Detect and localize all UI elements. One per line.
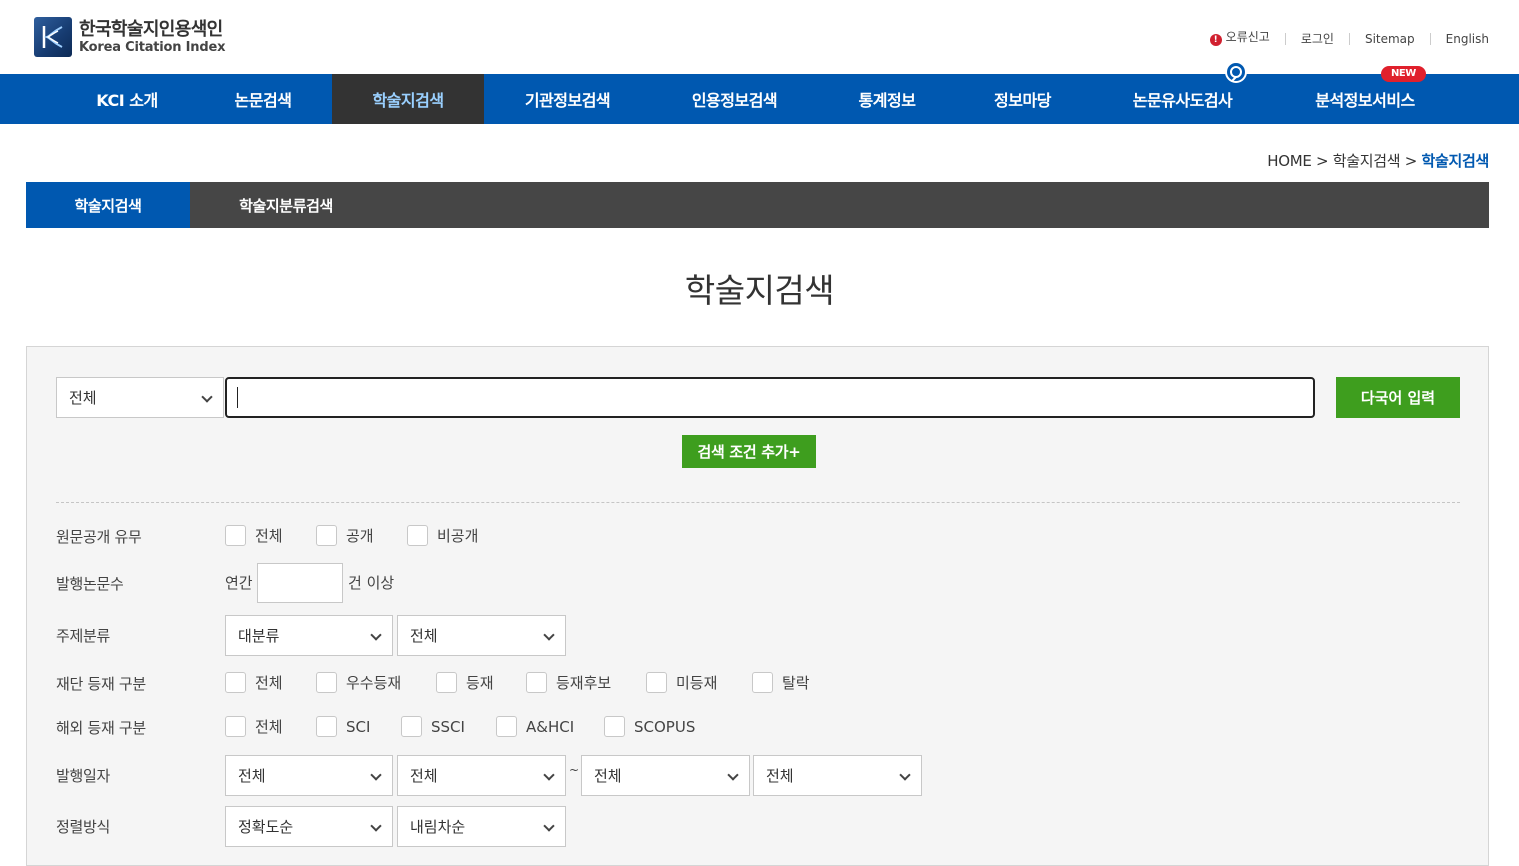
breadcrumb: HOME > 학술지검색 > 학술지검색 <box>1267 150 1489 171</box>
logo-english-name: Korea Citation Index <box>79 39 226 55</box>
login-link[interactable]: 로그인 <box>1284 32 1349 45</box>
alert-icon: ! <box>1209 34 1222 46</box>
nav-item-similarity-check[interactable]: 논문유사도검사 <box>1115 61 1250 124</box>
fulltext-public-checkbox[interactable]: 공개 <box>316 525 374 546</box>
breadcrumb-current: 학술지검색 <box>1421 152 1489 170</box>
subject-label: 주제분류 <box>56 627 111 645</box>
add-search-condition-button[interactable]: 검색 조건 추가+ <box>682 435 816 468</box>
chevron-down-icon <box>370 769 382 781</box>
english-link[interactable]: English <box>1429 32 1489 45</box>
chevron-down-icon <box>370 629 382 641</box>
chevron-down-icon <box>201 391 213 403</box>
nav-item-journal-search[interactable]: 학술지검색 <box>332 74 484 124</box>
sitemap-link[interactable]: Sitemap <box>1348 32 1430 45</box>
breadcrumb-separator: > <box>1316 152 1329 170</box>
nav-item-info-plaza[interactable]: 정보마당 <box>975 74 1070 124</box>
nav-item-citation-search[interactable]: 인용정보검색 <box>672 74 797 124</box>
foundation-all-checkbox[interactable]: 전체 <box>225 672 283 693</box>
sort-label: 정렬방식 <box>56 818 111 836</box>
chevron-down-icon <box>727 769 739 781</box>
pubdate-from-year-select[interactable]: 전체 <box>225 755 393 796</box>
chevron-down-icon <box>543 769 555 781</box>
kci-logo[interactable]: 한국학술지인용색인 Korea Citation Index <box>34 17 225 57</box>
fulltext-private-checkbox[interactable]: 비공개 <box>407 525 478 546</box>
fulltext-availability-label: 원문공개 유무 <box>56 528 142 546</box>
nav-item-kci-intro[interactable]: KCI 소개 <box>72 74 182 124</box>
nav-item-statistics[interactable]: 통계정보 <box>837 74 937 124</box>
foundation-dropped-checkbox[interactable]: 탈락 <box>752 672 810 693</box>
article-count-label: 발행논문수 <box>56 575 124 593</box>
breadcrumb-separator: > <box>1404 152 1418 170</box>
overseas-listing-label: 해외 등재 구분 <box>56 719 146 737</box>
overseas-ahci-checkbox[interactable]: A&HCI <box>496 716 574 737</box>
article-count-prefix: 연간 <box>225 574 253 592</box>
top-header: 한국학술지인용색인 Korea Citation Index ! 오류신고 로그인… <box>0 0 1519 74</box>
fulltext-all-checkbox[interactable]: 전체 <box>225 525 283 546</box>
logo-korean-name: 한국학술지인용색인 <box>79 18 223 40</box>
subject-minor-select[interactable]: 전체 <box>397 615 566 656</box>
pubdate-from-month-select[interactable]: 전체 <box>397 755 566 796</box>
search-field-select[interactable]: 전체 <box>56 377 224 418</box>
chevron-down-icon <box>543 820 555 832</box>
sort-order-select[interactable]: 내림차순 <box>397 806 566 847</box>
main-navigation: KCI 소개 논문검색 학술지검색 기관정보검색 인용정보검색 통계정보 정보마… <box>0 61 1519 124</box>
foundation-candidate-checkbox[interactable]: 등재후보 <box>526 672 611 693</box>
search-field-select-value: 전체 <box>69 389 97 407</box>
overseas-sci-checkbox[interactable]: SCI <box>316 716 370 737</box>
error-report-link[interactable]: ! 오류신고 <box>1209 30 1285 46</box>
article-count-input[interactable] <box>257 563 343 603</box>
magnifier-icon <box>1225 61 1247 83</box>
pubdate-to-month-select[interactable]: 전체 <box>753 755 922 796</box>
keyword-input[interactable] <box>225 377 1315 418</box>
nav-item-similarity-check-label: 논문유사도검사 <box>1132 91 1233 110</box>
kci-logo-icon <box>34 17 72 57</box>
sort-criteria-select[interactable]: 정확도순 <box>225 806 393 847</box>
new-badge: NEW <box>1381 66 1426 82</box>
nav-item-institution-search[interactable]: 기관정보검색 <box>505 74 630 124</box>
overseas-all-checkbox[interactable]: 전체 <box>225 716 283 737</box>
overseas-scopus-checkbox[interactable]: SCOPUS <box>604 716 695 737</box>
chevron-down-icon <box>543 629 555 641</box>
chevron-down-icon <box>899 769 911 781</box>
utility-links: ! 오류신고 로그인 Sitemap English <box>1209 30 1489 46</box>
divider <box>56 502 1460 503</box>
tab-journal-classification-search[interactable]: 학술지분류검색 <box>190 182 382 228</box>
nav-item-article-search[interactable]: 논문검색 <box>208 74 318 124</box>
foundation-excellent-checkbox[interactable]: 우수등재 <box>316 672 401 693</box>
subject-major-select[interactable]: 대분류 <box>225 615 393 656</box>
article-count-suffix: 건 이상 <box>348 574 395 592</box>
multilanguage-input-button[interactable]: 다국어 입력 <box>1336 377 1460 418</box>
sub-tab-bar: 학술지검색 학술지분류검색 <box>26 182 1489 228</box>
text-cursor <box>237 387 238 408</box>
nav-item-analysis-service[interactable]: 분석정보서비스 NEW <box>1295 66 1435 124</box>
breadcrumb-parent[interactable]: 학술지검색 <box>1333 152 1401 170</box>
date-range-tilde: ~ <box>569 763 580 777</box>
nav-item-analysis-service-label: 분석정보서비스 <box>1315 91 1415 110</box>
search-panel: 전체 다국어 입력 검색 조건 추가+ 원문공개 유무 전체 공개 비공개 발행… <box>26 346 1489 866</box>
foundation-listed-checkbox[interactable]: 등재 <box>436 672 494 693</box>
error-report-label: 오류신고 <box>1225 30 1270 44</box>
tab-journal-search[interactable]: 학술지검색 <box>26 182 190 228</box>
foundation-listing-label: 재단 등재 구분 <box>56 675 146 693</box>
breadcrumb-home[interactable]: HOME <box>1267 152 1312 170</box>
publication-date-label: 발행일자 <box>56 767 111 785</box>
pubdate-to-year-select[interactable]: 전체 <box>581 755 750 796</box>
foundation-unlisted-checkbox[interactable]: 미등재 <box>646 672 717 693</box>
chevron-down-icon <box>370 820 382 832</box>
overseas-ssci-checkbox[interactable]: SSCI <box>401 716 465 737</box>
page-title: 학술지검색 <box>684 271 835 310</box>
